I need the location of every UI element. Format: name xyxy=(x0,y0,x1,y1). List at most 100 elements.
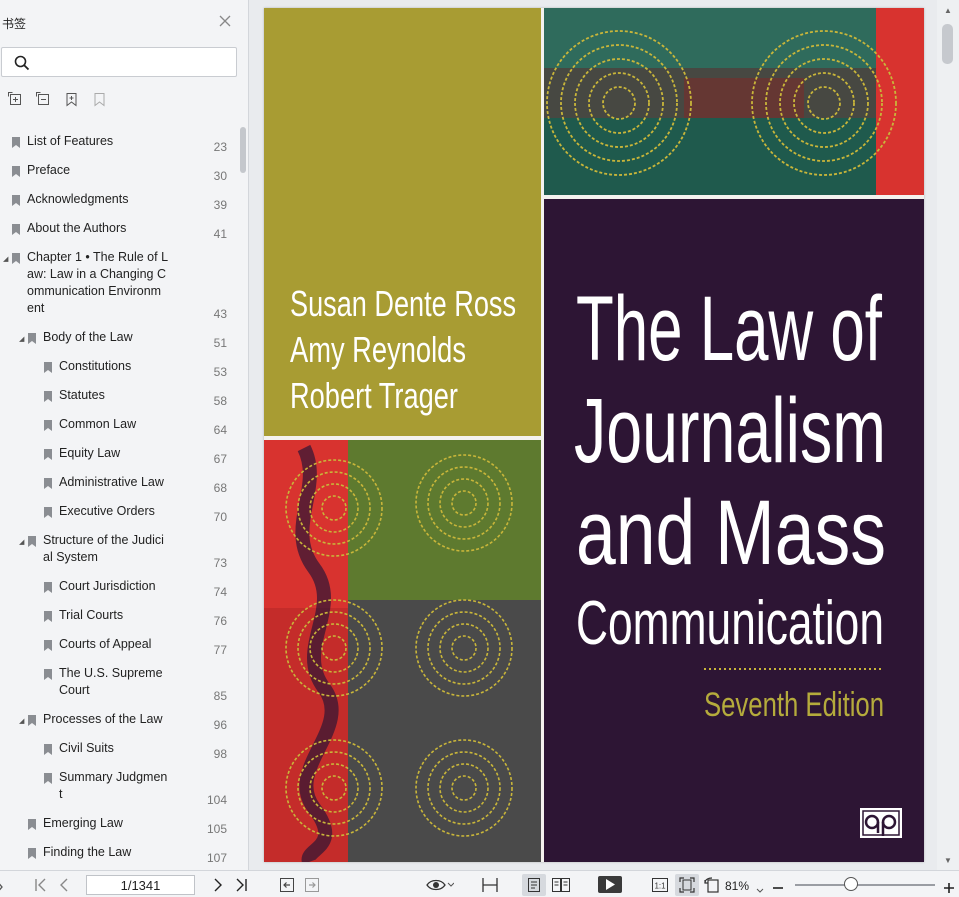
previous-page-icon[interactable] xyxy=(58,876,70,894)
fit-width-icon[interactable] xyxy=(481,876,499,894)
zoom-slider-knob[interactable] xyxy=(844,877,858,891)
bookmark-item[interactable]: ◢ Chapter 1 • The Rule of L aw: Law in a … xyxy=(0,249,238,329)
close-icon[interactable] xyxy=(218,14,232,28)
last-page-icon[interactable] xyxy=(234,876,248,894)
bookmark-item[interactable]: Courts of Appeal 77 xyxy=(0,636,238,665)
bookmark-item[interactable]: ◢ Structure of the Judici al System 73 xyxy=(0,532,238,578)
bookmark-item[interactable]: The U.S. Supreme Court 85 xyxy=(0,665,238,711)
document-scrollbar[interactable]: ▲ ▼ xyxy=(937,0,959,870)
bookmark-item[interactable]: Executive Orders 70 xyxy=(0,503,238,532)
bookmark-item[interactable]: List of Features 23 xyxy=(0,133,238,162)
zoom-slider-track[interactable] xyxy=(795,884,935,886)
bookmark-page-number: 64 xyxy=(213,423,227,437)
bookmark-label: Summary Judgmen t xyxy=(59,770,168,801)
bookmark-icon xyxy=(28,715,36,726)
bookmark-item[interactable]: Finding the Law 107 xyxy=(0,844,238,870)
bookmark-label: Courts of Appeal xyxy=(59,637,152,651)
collapse-all-icon[interactable] xyxy=(36,92,51,107)
search-icon xyxy=(14,55,30,71)
slideshow-button[interactable] xyxy=(598,876,622,893)
cover-artwork: Susan Dente Ross Amy Reynolds Robert Tra… xyxy=(264,8,924,862)
bookmark-item[interactable]: Common Law 64 xyxy=(0,416,238,445)
publisher-logo xyxy=(860,808,902,838)
bookmark-page-number: 70 xyxy=(213,510,227,524)
bookmark-item[interactable]: Preface 30 xyxy=(0,162,238,191)
bookmark-search-box[interactable] xyxy=(1,47,237,77)
remove-bookmark-icon[interactable] xyxy=(92,92,107,107)
zoom-out-icon[interactable] xyxy=(772,879,784,897)
back-view-icon[interactable] xyxy=(279,876,295,894)
bookmark-item[interactable]: Emerging Law 105 xyxy=(0,815,238,844)
zoom-in-icon[interactable] xyxy=(943,879,955,897)
bookmark-item[interactable]: Trial Courts 76 xyxy=(0,607,238,636)
first-page-icon[interactable] xyxy=(34,876,48,894)
bookmark-icon xyxy=(12,253,20,264)
bookmark-page-number: 41 xyxy=(213,227,227,241)
book-cover-page: Susan Dente Ross Amy Reynolds Robert Tra… xyxy=(264,8,924,862)
single-page-button[interactable] xyxy=(522,874,546,896)
play-icon xyxy=(606,879,615,890)
bookmark-icon xyxy=(12,166,20,177)
edge-toolbar-icon[interactable] xyxy=(0,878,4,896)
bookmark-item[interactable]: Summary Judgmen t 104 xyxy=(0,769,238,815)
add-bookmark-icon[interactable] xyxy=(64,92,79,107)
bookmark-label: Emerging Law xyxy=(43,816,123,830)
collapse-arrow-icon[interactable]: ◢ xyxy=(19,335,24,345)
bookmark-icon xyxy=(44,640,52,651)
reading-mode-icon[interactable] xyxy=(426,876,454,894)
two-page-icon[interactable] xyxy=(551,876,571,894)
bookmark-item[interactable]: Court Jurisdiction 74 xyxy=(0,578,238,607)
sidebar-title: 书签 xyxy=(2,17,27,31)
bookmark-label: The U.S. Supreme Court xyxy=(59,666,163,697)
scrollbar-thumb[interactable] xyxy=(942,24,953,64)
bookmark-label: Structure of the Judici al System xyxy=(43,533,164,564)
bookmark-page-number: 107 xyxy=(206,851,227,865)
bookmark-item[interactable]: ◢ Processes of the Law 96 xyxy=(0,711,238,740)
bookmark-icon xyxy=(44,744,52,755)
title-line-1: The Law of xyxy=(576,278,882,380)
bookmark-item[interactable]: Equity Law 67 xyxy=(0,445,238,474)
next-page-icon[interactable] xyxy=(212,876,224,894)
bookmark-icon xyxy=(28,536,36,547)
rotate-icon[interactable] xyxy=(704,876,722,894)
bookmark-item[interactable]: About the Authors 41 xyxy=(0,220,238,249)
bookmark-item[interactable]: Statutes 58 xyxy=(0,387,238,416)
bookmark-item[interactable]: Administrative Law 68 xyxy=(0,474,238,503)
bookmark-label: Finding the Law xyxy=(43,845,132,859)
scroll-up-icon[interactable]: ▲ xyxy=(944,6,952,15)
bottom-fabric-art xyxy=(264,440,541,862)
zoom-dropdown-icon[interactable] xyxy=(756,882,764,897)
collapse-arrow-icon[interactable]: ◢ xyxy=(19,538,24,548)
scroll-down-icon[interactable]: ▼ xyxy=(944,856,952,865)
sidebar-scrollbar[interactable] xyxy=(240,127,246,173)
bookmark-item[interactable]: ◢ Body of the Law 51 xyxy=(0,329,238,358)
bookmark-icon xyxy=(44,507,52,518)
actual-size-icon[interactable]: 1:1 xyxy=(651,876,669,894)
bookmark-item[interactable]: Acknowledgments 39 xyxy=(0,191,238,220)
bookmark-page-number: 68 xyxy=(213,481,227,495)
bookmark-tree: List of Features 23 Preface 30 Acknowledgmen… xyxy=(0,125,238,870)
bookmark-label: Chapter 1 • The Rule of L aw: Law in a C… xyxy=(27,250,169,315)
bookmark-item[interactable]: Constitutions 53 xyxy=(0,358,238,387)
bookmark-label: Executive Orders xyxy=(59,504,155,518)
bookmark-search-input[interactable] xyxy=(36,52,231,72)
document-view: Susan Dente Ross Amy Reynolds Robert Tra… xyxy=(250,0,959,870)
page-number-input[interactable] xyxy=(86,875,195,895)
zoom-level[interactable]: 81% xyxy=(725,879,749,893)
bookmark-label: Equity Law xyxy=(59,446,121,460)
bookmark-item[interactable]: Civil Suits 98 xyxy=(0,740,238,769)
bookmark-icon xyxy=(12,137,20,148)
bookmark-page-number: 43 xyxy=(213,307,227,321)
bookmark-icon xyxy=(44,582,52,593)
bookmark-page-number: 53 xyxy=(213,365,227,379)
bookmark-icon xyxy=(44,362,52,373)
bookmark-label: Civil Suits xyxy=(59,741,114,755)
collapse-arrow-icon[interactable]: ◢ xyxy=(3,255,8,265)
bookmark-label: Court Jurisdiction xyxy=(59,579,156,593)
expand-all-icon[interactable] xyxy=(8,92,23,107)
forward-view-icon[interactable] xyxy=(304,876,320,894)
bookmark-label: Common Law xyxy=(59,417,137,431)
collapse-arrow-icon[interactable]: ◢ xyxy=(19,717,24,727)
bookmark-icon xyxy=(28,848,36,859)
fit-page-button[interactable] xyxy=(675,874,699,896)
